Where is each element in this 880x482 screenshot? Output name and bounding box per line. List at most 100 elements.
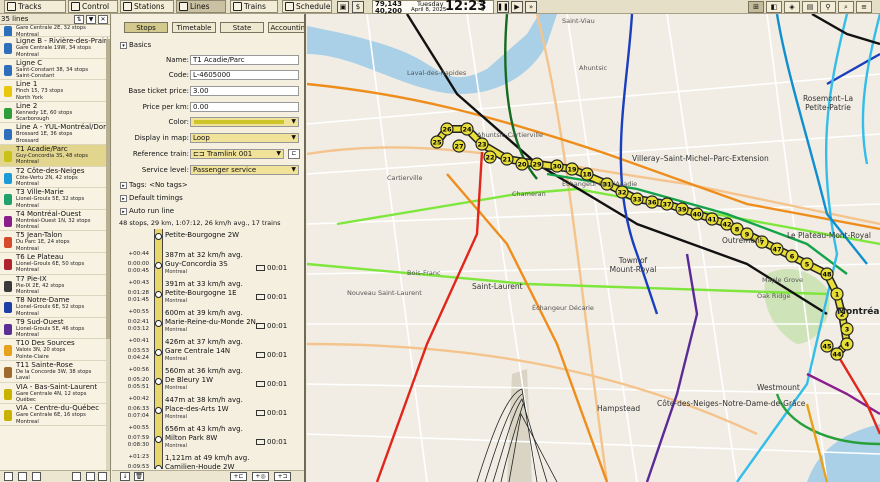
- map-label-le-plateau: Le Plateau-Mont-Royal: [787, 231, 871, 240]
- dwell-time[interactable]: 00:01: [256, 409, 287, 417]
- line-list-item[interactable]: Line 2 Kennedy 1E, 60 stops Scarborough: [0, 102, 110, 124]
- camera-icon[interactable]: ▣: [337, 1, 349, 13]
- line-list-item[interactable]: T5 Jean-Talon Du Parc 1E, 24 stops Montrea…: [0, 231, 110, 253]
- map-stop-number: 25: [432, 139, 442, 147]
- reference-train-select[interactable]: ⊏⊐ Tramlink 001 ▼: [190, 149, 284, 159]
- money-icon[interactable]: $: [352, 1, 364, 13]
- auto-run-toggle[interactable]: ▸ Auto run line: [120, 207, 174, 215]
- pause-icon[interactable]: ❚❚: [497, 1, 509, 13]
- color-picker[interactable]: ▼: [190, 117, 299, 127]
- pin-icon[interactable]: ⚲: [820, 1, 836, 13]
- map-view-icon[interactable]: ⊞: [748, 1, 764, 13]
- segment-row[interactable]: +00:41 426m at 37 km/h avg.: [112, 335, 304, 347]
- line-list-item[interactable]: Ligne B - Rivière-des-Prairies Gare Centr…: [0, 37, 110, 59]
- line-list-item[interactable]: T6 Le Plateau Lionel-Groulx 6E, 50 stops M…: [0, 253, 110, 275]
- play-icon[interactable]: ▶: [511, 1, 523, 13]
- dwell-time[interactable]: 00:01: [256, 264, 287, 272]
- line-list-item[interactable]: T10 Des Sources Valois 3N, 20 stops Pointe…: [0, 339, 110, 361]
- search-icon[interactable]: ⌕: [838, 1, 854, 13]
- default-timings-toggle[interactable]: ▸ Default timings: [120, 194, 183, 202]
- line-list-item[interactable]: T8 Notre-Dame Lionel-Groulx 6E, 52 stops M…: [0, 296, 110, 318]
- dwell-time[interactable]: 00:01: [256, 438, 287, 446]
- stop-row[interactable]: 0:06:33 0:07:04 Place-des-Arts 1W Montreal 0…: [112, 405, 304, 422]
- line-color-icon[interactable]: [72, 472, 81, 481]
- line-list-item[interactable]: Line 1 Finch 15, 73 stops North York: [0, 80, 110, 102]
- tab-timetable[interactable]: Timetable: [172, 22, 216, 33]
- segment-row[interactable]: +00:55 600m at 39 km/h avg.: [112, 306, 304, 318]
- segment-row[interactable]: +00:42 447m at 38 km/h avg.: [112, 393, 304, 405]
- line-list-item[interactable]: T11 Sainte-Rose De la Concorde 3W, 38 sto…: [0, 361, 110, 383]
- line-list-item[interactable]: T9 Sud-Ouest Lionel-Groulx 5E, 46 stops Mo…: [0, 318, 110, 340]
- sort-icon[interactable]: ⇅: [74, 15, 84, 24]
- fast-forward-icon[interactable]: »: [525, 1, 537, 13]
- dwell-time[interactable]: 00:01: [256, 351, 287, 359]
- layers-icon[interactable]: ◧: [766, 1, 782, 13]
- delete-line-icon[interactable]: [32, 472, 41, 481]
- add-stop-icon[interactable]: +◎: [252, 472, 269, 481]
- control-button[interactable]: Control: [68, 0, 118, 13]
- trains-button[interactable]: Trains: [230, 0, 278, 13]
- menu-icon[interactable]: ≡: [856, 1, 872, 13]
- line-list-item[interactable]: Gare Centrale 2E, 32 stops Montreal: [0, 25, 110, 37]
- detail-panel-footer: ↓ 🗑 +⊏ +◎ +⊐: [112, 470, 304, 482]
- train-link-icon[interactable]: ⊏: [288, 149, 300, 159]
- add-stop-before-icon[interactable]: +⊏: [230, 472, 247, 481]
- briefcase-icon[interactable]: ▤: [802, 1, 818, 13]
- segment-row[interactable]: +00:43 391m at 33 km/h avg.: [112, 277, 304, 289]
- stop-row[interactable]: 0:03:53 0:04:24 Gare Centrale 14N Montreal 0…: [112, 347, 304, 364]
- add-waypoint-icon[interactable]: +⊐: [274, 472, 291, 481]
- tab-stops[interactable]: Stops: [124, 22, 168, 33]
- line-list-item[interactable]: Line A - YUL-Montréal/Dorval Brossard 1E,…: [0, 123, 110, 145]
- tab-accounting[interactable]: Accounting: [268, 22, 304, 33]
- line-list-item[interactable]: Ligne C Saint-Constant 38, 34 stops Saint-…: [0, 59, 110, 81]
- schedules-button[interactable]: Schedules: [282, 0, 332, 13]
- line-color-swatch: [4, 410, 12, 422]
- price-per-km-field[interactable]: 0.00: [190, 102, 299, 112]
- segment-row[interactable]: +00:55 656m at 43 km/h avg.: [112, 422, 304, 434]
- segment-row[interactable]: +00:44 387m at 32 km/h avg.: [112, 248, 304, 260]
- line-list-item[interactable]: T7 Pie-IX Pie-IX 2E, 42 stops Montreal: [0, 275, 110, 297]
- copy-line-icon[interactable]: [18, 472, 27, 481]
- line-list-item[interactable]: VIA - Centre-du-Québec Gare Centrale 6E, …: [0, 404, 110, 426]
- tag-icon[interactable]: ◈: [784, 1, 800, 13]
- dwell-time[interactable]: 00:01: [256, 322, 287, 330]
- segment-row[interactable]: +00:56 560m at 36 km/h avg.: [112, 364, 304, 376]
- line-list-item[interactable]: VIA - Bas-Saint-Laurent Gare Centrale 4N,…: [0, 383, 110, 405]
- stop-row[interactable]: 0:07:59 0:08:30 Milton Park 8W Montreal 00:0…: [112, 434, 304, 451]
- lines-button[interactable]: Lines: [176, 0, 226, 13]
- basics-toggle[interactable]: ▾ Basics: [120, 41, 151, 49]
- locate-icon[interactable]: [98, 472, 107, 481]
- code-field[interactable]: L-4605000: [190, 70, 299, 80]
- add-line-icon[interactable]: [4, 472, 13, 481]
- service-level-select[interactable]: Passenger service ▼: [190, 165, 299, 175]
- line-list-item[interactable]: T4 Montréal-Ouest Montréal-Ouest 1N, 32 s…: [0, 210, 110, 232]
- map-canvas[interactable]: 252627242322 2120 29 30 1918313233 36 37394041…: [307, 14, 880, 482]
- line-list-item[interactable]: T3 Ville-Marie Lionel-Groulx 5E, 32 stops…: [0, 188, 110, 210]
- stop-row[interactable]: 0:09:53 Camilien-Houde 2W: [112, 463, 304, 469]
- tags-toggle[interactable]: ▸ Tags: <No tags>: [120, 181, 188, 189]
- lines-scrollbar[interactable]: [106, 39, 110, 479]
- lines-scrollbar-thumb[interactable]: [106, 39, 110, 339]
- filter-icon[interactable]: ▼: [86, 15, 96, 24]
- map-view[interactable]: 25 26 27 24 23 22 21 20 29 30 19 18 31 32 33 36 37 39 40 41…: [307, 14, 880, 482]
- stop-row[interactable]: 0:02:41 0:03:12 Marie-Reine-du-Monde 2N Mon…: [112, 318, 304, 335]
- close-icon[interactable]: ✕: [98, 15, 108, 24]
- display-select[interactable]: Loop ▼: [190, 133, 299, 143]
- stations-button[interactable]: Stations: [120, 0, 174, 13]
- stop-row[interactable]: 0:01:28 0:01:45 Petite-Bourgogne 1E Montrea…: [112, 289, 304, 306]
- tab-state[interactable]: State: [220, 22, 264, 33]
- stop-row[interactable]: 0:00:00 0:00:45 Guy-Concordia 3S Montreal 00…: [112, 260, 304, 277]
- tracks-button[interactable]: Tracks: [4, 0, 66, 13]
- line-list-item[interactable]: T2 Côte-des-Neiges Côte-Vertu 2N, 42 stop…: [0, 167, 110, 189]
- line-settings-icon[interactable]: [86, 472, 95, 481]
- move-down-icon[interactable]: ↓: [120, 472, 130, 481]
- stop-row[interactable]: 0:05:20 0:05:51 De Bleury 1W Montreal 00:01: [112, 376, 304, 393]
- name-field[interactable]: T1 Acadie/Parc: [190, 55, 299, 65]
- dwell-time[interactable]: 00:01: [256, 380, 287, 388]
- stop-row[interactable]: Petite-Bourgogne 2W: [112, 231, 304, 248]
- dwell-time[interactable]: 00:01: [256, 293, 287, 301]
- segment-row[interactable]: +01:23 1,121m at 49 km/h avg.: [112, 451, 304, 463]
- line-list-item[interactable]: T1 Acadie/Parc Guy-Concordia 3S, 48 stops…: [0, 144, 110, 167]
- ticket-price-field[interactable]: 3.00: [190, 86, 299, 96]
- delete-stop-icon[interactable]: 🗑: [134, 472, 144, 481]
